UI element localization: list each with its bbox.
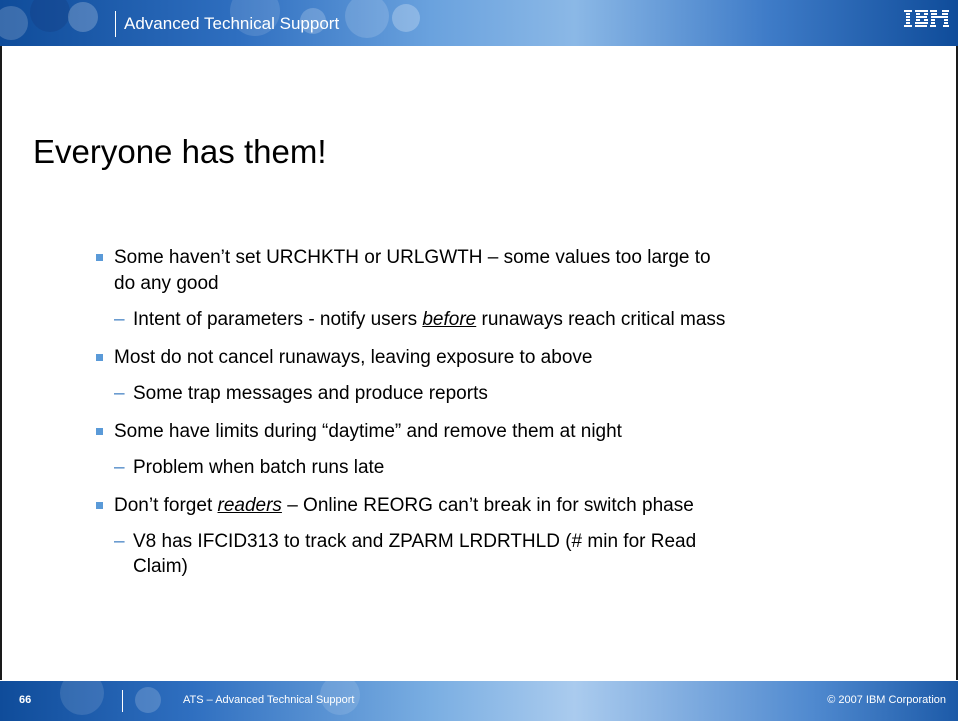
bullet-text: Some haven’t set URCHKTH or URLGWTH – so… [114, 247, 711, 268]
sub-bullet-text: Some trap messages and produce reports [133, 383, 488, 404]
footer-band: 66 ATS – Advanced Technical Support © 20… [0, 681, 958, 721]
page-number: 66 [19, 694, 32, 706]
footer-text: ATS – Advanced Technical Support [183, 694, 355, 706]
square-bullet-icon [96, 428, 103, 435]
decor-bubble [135, 687, 161, 713]
decor-bubble [60, 681, 104, 715]
bullet-list: Some haven’t set URCHKTH or URLGWTH – so… [0, 0, 958, 721]
bullet-text: Don’t forget readers – Online REORG can’… [114, 493, 694, 518]
sub-bullet-text: Intent of parameters - notify users befo… [133, 307, 725, 332]
sub-bullet-text-part: runaways reach critical mass [476, 309, 726, 330]
bullet-text: Most do not cancel runaways, leaving exp… [114, 347, 593, 368]
square-bullet-icon [96, 354, 103, 361]
footer-divider [122, 690, 123, 712]
dash-icon: – [114, 531, 125, 552]
bullet-text: Some have limits during “daytime” and re… [114, 421, 622, 442]
square-bullet-icon [96, 502, 103, 509]
sub-bullet-text: Problem when batch runs late [133, 457, 385, 478]
emphasis-text: before [422, 309, 477, 330]
sub-bullet-text: V8 has IFCID313 to track and ZPARM LRDRT… [133, 531, 697, 552]
sub-bullet-text: Claim) [133, 556, 188, 577]
bullet-text-part: – Online REORG can’t break in for switch… [281, 495, 694, 516]
emphasis-text: readers [217, 495, 282, 516]
sub-bullet-text-part: Intent of parameters - notify users [133, 309, 423, 330]
copyright-text: © 2007 IBM Corporation [827, 694, 946, 706]
dash-icon: – [114, 309, 125, 330]
bullet-text: do any good [114, 273, 219, 294]
square-bullet-icon [96, 254, 103, 261]
dash-icon: – [114, 457, 125, 478]
bullet-text-part: Don’t forget [114, 495, 218, 516]
slide: Advanced Technical Support Everyone has … [0, 0, 958, 721]
dash-icon: – [114, 383, 125, 404]
